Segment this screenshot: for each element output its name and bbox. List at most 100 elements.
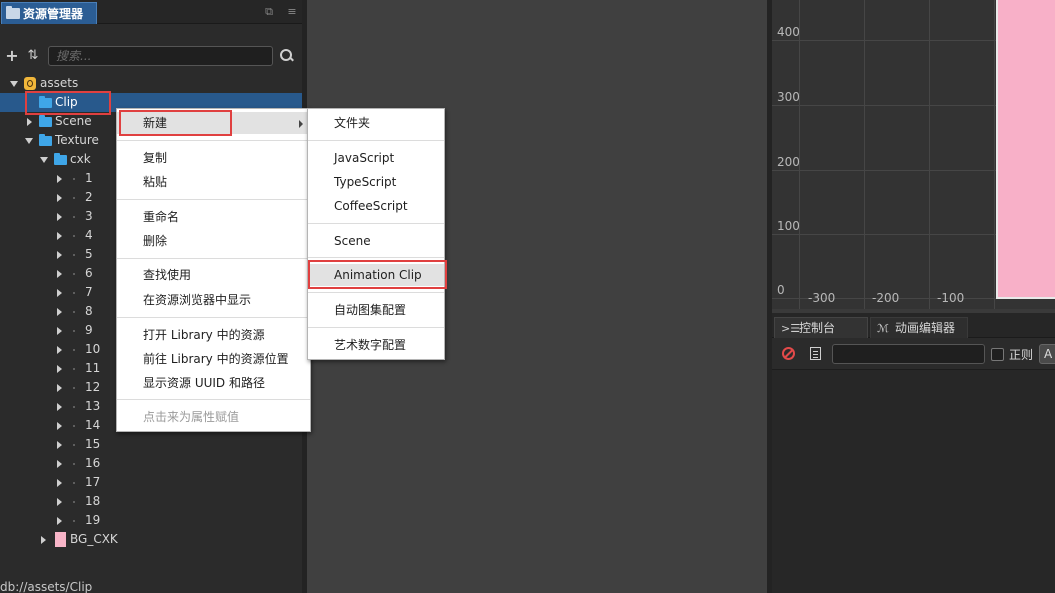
tree-label: Clip <box>55 95 78 109</box>
chevron-right-icon[interactable] <box>57 517 62 525</box>
chevron-right-icon[interactable] <box>57 327 62 335</box>
tree-label: 15 <box>85 437 101 451</box>
log-level-select[interactable]: A <box>1039 344 1055 364</box>
tab-assets[interactable]: 资源管理器 <box>1 2 97 24</box>
tree-item-frame[interactable]: 16 <box>0 454 302 473</box>
maximize-icon[interactable]: ⧉ <box>262 5 276 19</box>
scene-view[interactable]: 400 300 200 100 0 -300 -200 -100 <box>772 0 1055 309</box>
sort-icon[interactable]: ⇅ <box>25 48 41 64</box>
menu-item-open-in-library[interactable]: 打开 Library 中的资源 <box>117 324 310 346</box>
chevron-right-icon[interactable] <box>57 289 62 297</box>
clear-icon[interactable] <box>782 347 795 360</box>
chevron-right-icon[interactable] <box>57 403 62 411</box>
chevron-right-icon[interactable] <box>57 308 62 316</box>
chevron-right-icon[interactable] <box>57 384 62 392</box>
log-file-icon[interactable] <box>810 347 821 360</box>
regex-checkbox[interactable] <box>991 348 1004 361</box>
menu-icon[interactable]: ≡ <box>285 5 299 19</box>
grid-line <box>994 0 995 309</box>
menu-item-label: 艺术数字配置 <box>334 338 407 352</box>
chevron-right-icon[interactable] <box>57 232 62 240</box>
menu-item-scene[interactable]: Scene <box>308 230 444 252</box>
filter-input[interactable] <box>832 344 985 364</box>
menu-item-show-uuid[interactable]: 显示资源 UUID 和路径 <box>117 372 310 394</box>
menu-item-label: Animation Clip <box>334 268 422 282</box>
chevron-right-icon[interactable] <box>57 346 62 354</box>
menu-item-label: 重命名 <box>143 210 180 224</box>
bottom-tab-bar: >☰ 控制台 ℳ 动画编辑器 <box>772 313 1055 338</box>
tree-label: 10 <box>85 342 101 356</box>
menu-item-coffeescript[interactable]: CoffeeScript <box>308 195 444 217</box>
menu-item-typescript[interactable]: TypeScript <box>308 171 444 193</box>
chevron-right-icon[interactable] <box>57 270 62 278</box>
menu-item-label: 新建 <box>143 116 168 130</box>
menu-item-auto-atlas[interactable]: 自动图集配置 <box>308 299 444 321</box>
chevron-right-icon[interactable] <box>57 498 62 506</box>
search-icon[interactable] <box>279 48 295 64</box>
panel-tab-bar: 资源管理器 ⧉ ≡ <box>0 0 302 24</box>
add-asset-button[interactable]: + <box>4 48 20 64</box>
menu-separator <box>308 292 444 293</box>
menu-item-label-atlas[interactable]: 艺术数字配置 <box>308 334 444 356</box>
chevron-right-icon[interactable] <box>57 441 62 449</box>
menu-separator <box>308 223 444 224</box>
tree-item-frame[interactable]: 18 <box>0 492 302 511</box>
chevron-right-icon[interactable] <box>57 175 62 183</box>
thumbnail-icon <box>73 216 75 218</box>
chevron-right-icon[interactable] <box>57 213 62 221</box>
tree-item-assets[interactable]: assets <box>0 74 302 93</box>
thumbnail-icon <box>73 368 75 370</box>
menu-item-javascript[interactable]: JavaScript <box>308 147 444 169</box>
menu-item-animation-clip[interactable]: Animation Clip <box>308 264 444 286</box>
console-icon: >☰ <box>781 322 801 335</box>
menu-item-folder[interactable]: 文件夹 <box>308 112 444 134</box>
y-axis-label: 400 <box>777 25 800 39</box>
canvas-background[interactable] <box>996 0 1055 299</box>
tree-item-frame[interactable]: 19 <box>0 511 302 530</box>
menu-item-find-usage[interactable]: 查找使用 <box>117 264 310 286</box>
console-panel: >☰ 控制台 ℳ 动画编辑器 正则 A <box>772 313 1055 593</box>
menu-item-label: 自动图集配置 <box>334 303 407 317</box>
chevron-right-icon[interactable] <box>27 118 32 126</box>
tree-label: 8 <box>85 304 93 318</box>
menu-item-assign-property: 点击来为属性赋值 <box>117 406 310 428</box>
menu-item-copy[interactable]: 复制 <box>117 147 310 169</box>
menu-item-goto-library[interactable]: 前往 Library 中的资源位置 <box>117 348 310 370</box>
menu-item-new[interactable]: 新建 <box>117 112 310 134</box>
folder-icon <box>39 96 52 108</box>
chevron-right-icon[interactable] <box>57 460 62 468</box>
menu-item-rename[interactable]: 重命名 <box>117 206 310 228</box>
search-input[interactable] <box>48 46 273 66</box>
menu-item-label: 粘贴 <box>143 175 168 189</box>
chevron-down-icon[interactable] <box>25 138 33 144</box>
menu-item-show-in-browser[interactable]: 在资源浏览器中显示 <box>117 289 310 311</box>
regex-label: 正则 <box>1009 348 1034 362</box>
tree-item-bg-cxk[interactable]: BG_CXK <box>0 530 302 549</box>
console-output[interactable] <box>772 369 1055 593</box>
chevron-right-icon[interactable] <box>57 422 62 430</box>
tab-console[interactable]: >☰ 控制台 <box>774 317 868 338</box>
tree-item-frame[interactable]: 15 <box>0 435 302 454</box>
folder-icon <box>39 115 52 127</box>
chevron-down-icon[interactable] <box>40 157 48 163</box>
menu-item-paste[interactable]: 粘贴 <box>117 171 310 193</box>
database-icon <box>24 77 36 90</box>
tab-assets-label: 资源管理器 <box>23 7 84 21</box>
submenu-new: 文件夹 JavaScript TypeScript CoffeeScript S… <box>307 108 445 360</box>
tab-animation-editor[interactable]: ℳ 动画编辑器 <box>870 317 968 338</box>
y-axis-label: 300 <box>777 90 800 104</box>
menu-item-label: 在资源浏览器中显示 <box>143 293 252 307</box>
menu-item-label: Scene <box>334 234 371 248</box>
tree-label: 6 <box>85 266 93 280</box>
chevron-right-icon[interactable] <box>57 251 62 259</box>
menu-separator <box>117 258 310 259</box>
chevron-right-icon[interactable] <box>57 365 62 373</box>
chevron-right-icon[interactable] <box>57 194 62 202</box>
chevron-right-icon[interactable] <box>57 479 62 487</box>
tree-label: 14 <box>85 418 101 432</box>
tree-item-frame[interactable]: 17 <box>0 473 302 492</box>
chevron-right-icon[interactable] <box>41 536 46 544</box>
chevron-down-icon[interactable] <box>10 81 18 87</box>
x-axis-label: -100 <box>937 291 965 305</box>
menu-item-delete[interactable]: 删除 <box>117 230 310 252</box>
